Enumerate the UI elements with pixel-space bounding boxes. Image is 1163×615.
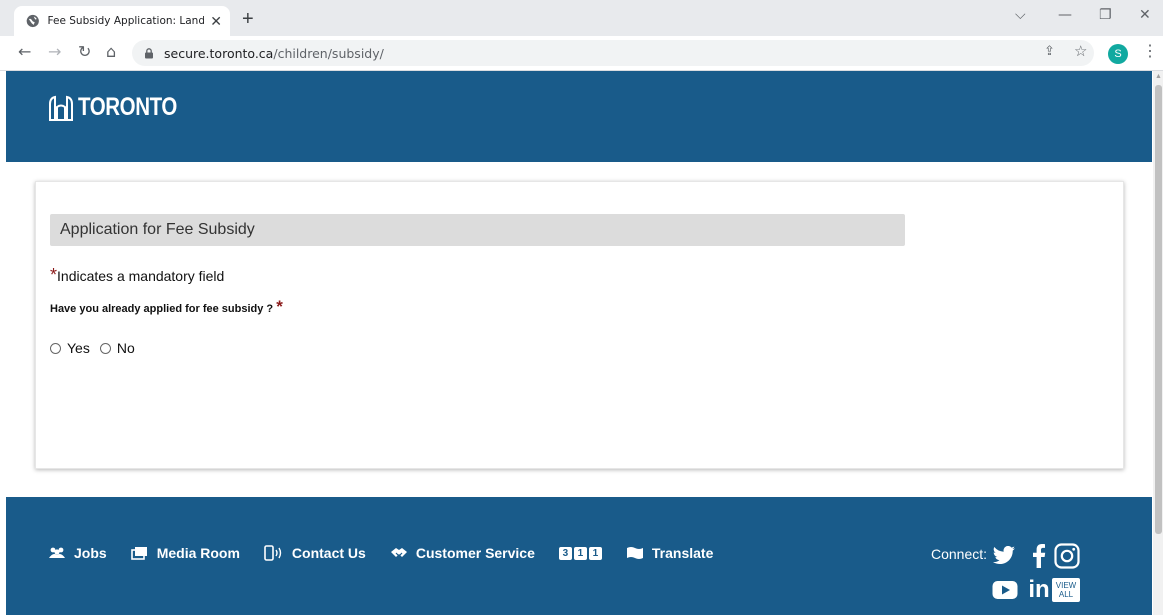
footer-link-311[interactable]: 3 1 1 [558,546,602,560]
bookmark-star-icon[interactable]: ☆ [1074,44,1087,59]
page-title: Application for Fee Subsidy [50,214,905,246]
forward-icon[interactable]: → [48,44,61,60]
application-card: Application for Fee Subsidy *Indicates a… [35,181,1124,469]
globe-icon [26,14,39,28]
reload-icon[interactable]: ↻ [78,44,91,60]
profile-avatar[interactable]: S [1108,44,1128,64]
share-icon[interactable]: ⇪ [1044,45,1055,58]
address-bar[interactable]: secure.toronto.ca/children/subsidy/ [132,40,1094,66]
footer-link-customer-service[interactable]: Customer Service [390,545,535,561]
url-host: secure.toronto.ca [164,45,274,61]
footer-link-contact-us[interactable]: Contact Us [264,545,366,561]
radio-no-label[interactable]: No [117,340,135,356]
footer-link-translate[interactable]: Translate [626,545,713,561]
footer-link-media-room[interactable]: Media Room [130,545,240,561]
footer-link-label: Contact Us [291,545,366,561]
site-footer: Jobs Media Room Contact Us Customer Serv… [6,497,1152,615]
scrollbar-thumb[interactable] [1155,85,1162,534]
media-icon [130,546,149,560]
handshake-icon [390,546,408,560]
close-window-icon[interactable]: ✕ [1139,8,1151,22]
view-all-top: VIEW [1055,581,1077,590]
scroll-up-icon[interactable]: ▲ [1155,73,1162,80]
view-all-social-button[interactable]: VIEW ALL [1052,578,1080,602]
url-path: /children/subsidy/ [273,45,384,61]
question-text: Have you already applied for fee subsidy… [50,303,274,315]
tab-search-icon[interactable]: ⌵ [1015,8,1026,22]
footer-link-jobs[interactable]: Jobs [48,545,107,561]
radio-no[interactable] [99,342,111,354]
required-star: * [276,297,283,316]
minimize-icon[interactable]: — [1058,8,1072,22]
home-icon[interactable]: ⌂ [106,44,116,60]
mandatory-note-text: Indicates a mandatory field [57,268,225,284]
people-icon [48,546,66,560]
footer-links: Jobs Media Room Contact Us Customer Serv… [48,545,737,561]
browser-toolbar: ← → ↻ ⌂ secure.toronto.ca/children/subsi… [0,36,1163,71]
required-star: * [50,265,58,285]
linkedin-icon[interactable]: in [1025,577,1053,603]
toronto-logo[interactable]: TORONTO [48,93,199,122]
instagram-icon[interactable] [1053,542,1081,570]
logo-text: TORONTO [78,93,177,121]
twitter-icon[interactable] [991,543,1017,569]
footer-link-label: Jobs [74,545,107,561]
flag-icon [626,546,644,560]
mandatory-field-note: *Indicates a mandatory field [50,265,224,286]
site-header: TORONTO [6,71,1152,162]
view-all-bottom: ALL [1058,590,1074,599]
browser-tab-bar: Fee Subsidy Application: Landing ✕ + ⌵ —… [0,0,1163,36]
footer-link-label: Translate [651,545,714,561]
radio-yes[interactable] [50,342,61,354]
close-tab-icon[interactable]: ✕ [210,14,222,28]
phone-icon [264,545,284,561]
radio-yes-label[interactable]: Yes [67,340,90,356]
youtube-icon[interactable] [991,577,1019,603]
browser-menu-icon[interactable]: ⋮ [1142,44,1158,60]
city-hall-icon [49,95,73,121]
new-tab-icon[interactable]: + [242,9,254,29]
connect-label: Connect: [931,546,988,562]
back-icon[interactable]: ← [18,44,31,60]
question-label: Have you already applied for fee subsidy… [50,297,283,317]
facebook-icon[interactable] [1028,543,1050,569]
applied-radio-group: Yes No [50,340,135,356]
lock-icon [145,47,153,58]
page-viewport: TORONTO Application for Fee Subsidy *Ind… [0,71,1163,615]
restore-icon[interactable]: ❐ [1099,8,1112,22]
url-text: secure.toronto.ca/children/subsidy/ [164,46,384,61]
footer-link-label: Media Room [156,545,240,561]
browser-tab[interactable]: Fee Subsidy Application: Landing ✕ [14,6,230,36]
badge-311: 3 1 1 [558,546,602,560]
footer-link-label: Customer Service [415,545,535,561]
tab-title: Fee Subsidy Application: Landing [47,15,205,27]
